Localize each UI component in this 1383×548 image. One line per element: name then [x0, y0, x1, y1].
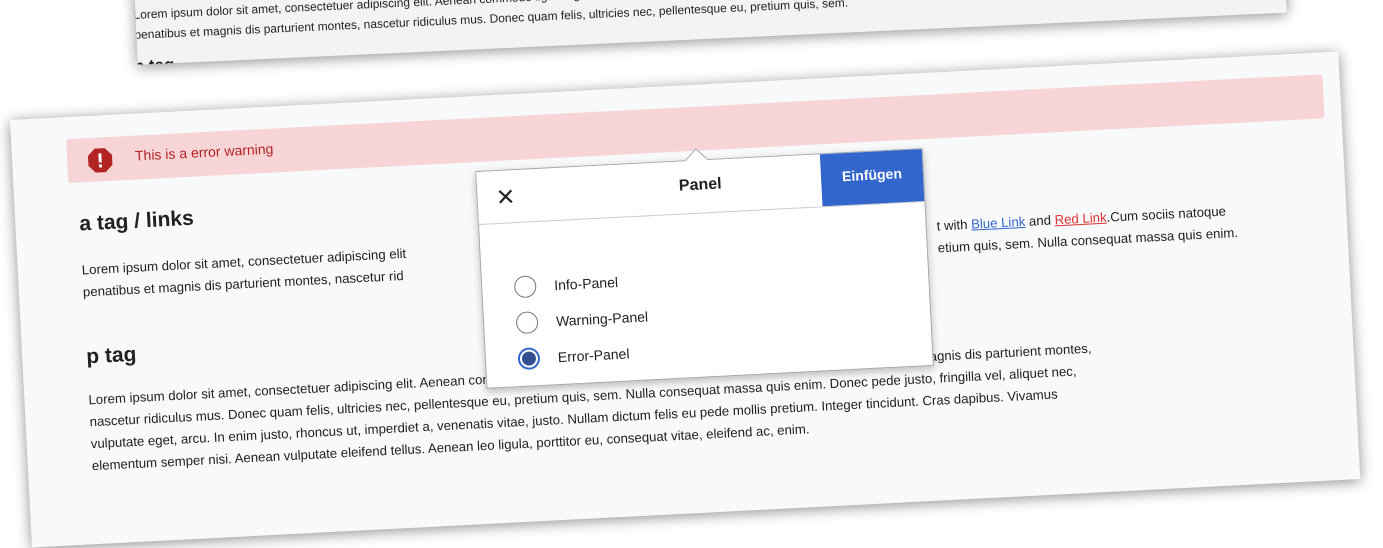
- section-heading-p: p tag: [85, 342, 137, 369]
- panel-popup: Panel Einfügen Info-Panel Warning-Panel …: [475, 148, 934, 389]
- popup-header: Panel Einfügen: [476, 149, 925, 226]
- radio-info-panel[interactable]: Info-Panel: [513, 274, 618, 302]
- error-icon: [87, 148, 113, 173]
- radio-button-selected[interactable]: [517, 347, 541, 371]
- radio-warning-panel[interactable]: Warning-Panel: [515, 308, 648, 338]
- red-link[interactable]: Red Link: [1054, 210, 1107, 228]
- background-page: Lorem ipsum dolor sit amet, consectetuer…: [128, 0, 1287, 65]
- main-page: This is a error warning a tag / links Lo…: [10, 51, 1361, 548]
- background-heading: p tag: [133, 55, 174, 65]
- radio-label: Error-Panel: [557, 345, 630, 366]
- section-heading-links: a tag / links: [78, 206, 195, 236]
- blue-link[interactable]: Blue Link: [971, 214, 1026, 232]
- radio-button[interactable]: [513, 275, 537, 299]
- radio-error-panel[interactable]: Error-Panel: [517, 345, 630, 374]
- error-message-text: This is a error warning: [134, 140, 274, 164]
- insert-button[interactable]: Einfügen: [819, 149, 925, 207]
- radio-label: Info-Panel: [553, 273, 619, 294]
- radio-button[interactable]: [515, 311, 539, 335]
- radio-label: Warning-Panel: [555, 308, 649, 330]
